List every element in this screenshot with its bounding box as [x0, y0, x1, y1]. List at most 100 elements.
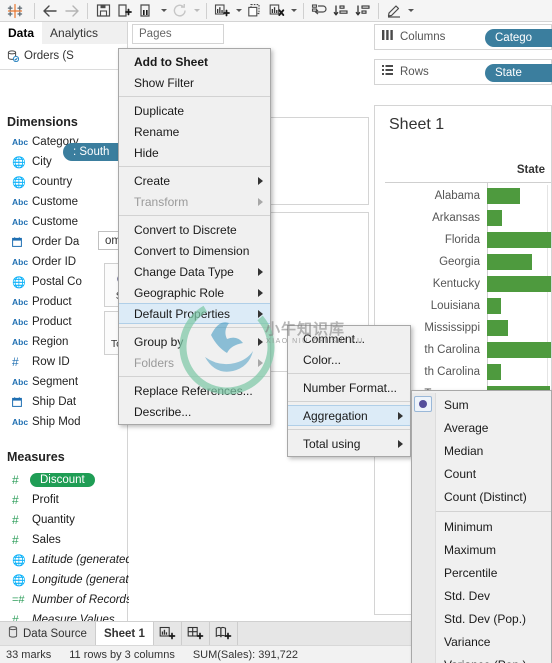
default-properties-submenu[interactable]: Comment... Color... Number Format... Aggreg… [287, 325, 411, 457]
new-worksheet-tab-icon[interactable] [154, 622, 182, 645]
chart-bar[interactable] [487, 342, 551, 358]
menu-item-convert-to-discrete[interactable]: Convert to Discrete [119, 219, 270, 240]
menu-item-duplicate[interactable]: Duplicate [119, 100, 270, 121]
menu-item-change-data-type[interactable]: Change Data Type [119, 261, 270, 282]
clear-sheet-caret-icon[interactable] [288, 1, 299, 21]
chart-bar[interactable] [487, 364, 501, 380]
menu-item-default-properties[interactable]: Default Properties [119, 303, 270, 324]
chart-bar[interactable] [487, 276, 551, 292]
dimension-custome[interactable]: Abc Custome [0, 192, 127, 212]
chart-bar[interactable] [487, 298, 501, 314]
tab-data-source[interactable]: Data Source [0, 622, 96, 645]
pages-shelf[interactable]: Pages [132, 24, 224, 44]
measure-latitude-generated[interactable]: 🌐 Latitude (generated) [0, 550, 136, 570]
measure-quantity[interactable]: # Quantity [0, 510, 127, 530]
measure-sales[interactable]: # Sales [0, 530, 127, 550]
menu-item-rename[interactable]: Rename [119, 121, 270, 142]
save-icon[interactable] [92, 1, 114, 21]
submenu-item-total-using[interactable]: Total using [288, 433, 410, 454]
menu-item-create[interactable]: Create [119, 170, 270, 191]
field-context-menu[interactable]: Add to Sheet Show Filter Duplicate Rename Hi… [118, 48, 271, 425]
chart-bar-cell[interactable] [487, 295, 551, 317]
dimension-custome[interactable]: Abc Custome [0, 212, 127, 232]
highlight-icon[interactable] [383, 1, 405, 21]
submenu-item-comment[interactable]: Comment... [288, 328, 410, 349]
rows-shelf[interactable]: Rows State [374, 59, 552, 85]
sort-ascending-icon[interactable] [330, 1, 352, 21]
aggregation-item-percentile[interactable]: Percentile [436, 561, 551, 584]
dimension-ship-dat[interactable]: Ship Dat [0, 392, 127, 412]
refresh-icon[interactable] [169, 1, 191, 21]
new-data-source-icon[interactable] [114, 1, 136, 21]
measure-number-of-records[interactable]: =# Number of Records [0, 590, 132, 610]
aggregation-item-sum[interactable]: Sum [414, 393, 551, 416]
new-worksheet-icon[interactable] [211, 1, 233, 21]
number-icon: # [12, 473, 19, 487]
chart-bar-cell[interactable] [487, 229, 551, 251]
refresh-dropdown-caret-icon[interactable] [191, 1, 202, 21]
measure-profit[interactable]: # Profit [0, 490, 127, 510]
field-label: City [32, 156, 52, 168]
aggregation-item-count-distinct[interactable]: Count (Distinct) [436, 485, 551, 508]
chart-bar[interactable] [487, 232, 551, 248]
sort-descending-icon[interactable] [352, 1, 374, 21]
menu-item-replace-references[interactable]: Replace References... [119, 380, 270, 401]
menu-item-geographic-role[interactable]: Geographic Role [119, 282, 270, 303]
aggregation-item-median[interactable]: Median [436, 439, 551, 462]
measure-discount[interactable]: # Discount [0, 470, 127, 490]
columns-shelf[interactable]: Columns Catego [374, 24, 552, 50]
chart-bar[interactable] [487, 320, 508, 336]
aggregation-item-std-dev-pop[interactable]: Std. Dev (Pop.) [436, 607, 551, 630]
aggregation-item-variance[interactable]: Variance [436, 630, 551, 653]
chart-bar-cell[interactable] [487, 207, 551, 229]
columns-pill-category[interactable]: Catego [485, 28, 552, 47]
aggregation-item-count[interactable]: Count [436, 462, 551, 485]
aggregation-item-minimum[interactable]: Minimum [436, 515, 551, 538]
swap-rows-columns-icon[interactable] [308, 1, 330, 21]
dimension-segment[interactable]: Abc Segment [0, 372, 127, 392]
chart-bar-cell[interactable] [487, 251, 551, 273]
aggregation-item-maximum[interactable]: Maximum [436, 538, 551, 561]
dimension-country[interactable]: 🌐 Country [0, 172, 127, 192]
new-dashboard-tab-icon[interactable] [182, 622, 210, 645]
data-source-row[interactable]: Orders (S [0, 46, 127, 66]
rows-pill-state[interactable]: State [485, 63, 552, 82]
forward-icon[interactable] [61, 1, 83, 21]
menu-item-describe[interactable]: Describe... [119, 401, 270, 422]
chart-bar-cell[interactable] [487, 339, 551, 361]
chart-bar-cell[interactable] [487, 317, 551, 339]
chart-bar-cell[interactable] [487, 273, 551, 295]
chart-bar-cell[interactable] [487, 185, 551, 207]
chart-bar[interactable] [487, 210, 502, 226]
new-story-tab-icon[interactable] [210, 622, 238, 645]
chart-bar-cell[interactable] [487, 361, 551, 383]
pause-dropdown-caret-icon[interactable] [158, 1, 169, 21]
pause-data-source-icon[interactable] [136, 1, 158, 21]
aggregation-item-variance-pop[interactable]: Variance (Pop.) [436, 653, 551, 663]
menu-item-show-filter[interactable]: Show Filter [119, 72, 270, 93]
tab-analytics[interactable]: Analytics [42, 22, 106, 44]
submenu-item-aggregation[interactable]: Aggregation [288, 405, 410, 426]
submenu-item-color[interactable]: Color... [288, 349, 410, 370]
aggregation-submenu[interactable]: Sum Average Median Count Count (Distinct) Min… [411, 390, 552, 663]
menu-item-convert-to-dimension[interactable]: Convert to Dimension [119, 240, 270, 261]
submenu-item-number-format[interactable]: Number Format... [288, 377, 410, 398]
duplicate-sheet-icon[interactable] [244, 1, 266, 21]
chart-bar[interactable] [487, 254, 532, 270]
menu-item-hide[interactable]: Hide [119, 142, 270, 163]
dimension-row-id[interactable]: # Row ID [0, 352, 127, 372]
chart-bar[interactable] [487, 188, 520, 204]
aggregation-item-average[interactable]: Average [436, 416, 551, 439]
clear-sheet-icon[interactable] [266, 1, 288, 21]
new-worksheet-caret-icon[interactable] [233, 1, 244, 21]
menu-item-group-by[interactable]: Group by [119, 331, 270, 352]
measure-longitude-generated[interactable]: 🌐 Longitude (generated) [0, 570, 145, 590]
status-marks: 33 marks [6, 648, 52, 661]
tab-data[interactable]: Data [0, 22, 43, 44]
menu-item-add-to-sheet[interactable]: Add to Sheet [119, 51, 270, 72]
back-icon[interactable] [39, 1, 61, 21]
tab-sheet-1[interactable]: Sheet 1 [95, 622, 154, 645]
highlight-caret-icon[interactable] [405, 1, 416, 21]
dimension-ship-mod[interactable]: Abc Ship Mod [0, 412, 127, 432]
aggregation-item-std-dev[interactable]: Std. Dev [436, 584, 551, 607]
